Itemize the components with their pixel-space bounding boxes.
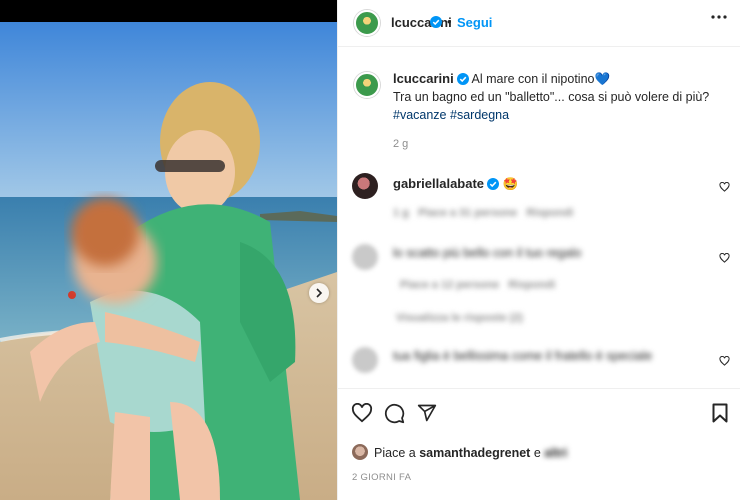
liker-avatar[interactable] bbox=[352, 444, 368, 460]
verified-badge-icon bbox=[430, 16, 442, 28]
comment-item: lo scatto più bello con il tuo regalo bbox=[393, 246, 581, 260]
caption: lcuccarini Al mare con il nipotino💙 Tra … bbox=[393, 70, 723, 124]
comment-item: tua figlia è bellissima come il fratello… bbox=[393, 349, 693, 363]
caption-time: 2 g bbox=[393, 138, 409, 150]
comment-text: tua figlia è bellissima come il fratello… bbox=[393, 349, 653, 363]
caption-avatar[interactable] bbox=[354, 72, 380, 98]
heart-icon[interactable] bbox=[719, 253, 730, 263]
likes-prefix: Piace a bbox=[374, 446, 416, 460]
follow-button[interactable]: Segui bbox=[457, 15, 492, 30]
caption-username[interactable]: lcuccarini bbox=[393, 71, 454, 86]
heart-icon[interactable] bbox=[351, 403, 373, 423]
caption-line1: Al mare con il nipotino💙 bbox=[471, 72, 611, 86]
post-header: lcuccarini • Segui bbox=[338, 0, 740, 47]
post-actions: Piace a samanthadegrenet e altri 2 GIORN… bbox=[338, 388, 740, 500]
top-black-bar bbox=[0, 0, 337, 22]
beach-photo-illustration bbox=[0, 22, 337, 500]
post-side-panel: lcuccarini • Segui lcuccarini Al mare co… bbox=[337, 0, 740, 500]
author-username[interactable]: lcuccarini bbox=[391, 15, 452, 30]
chevron-right-icon bbox=[316, 288, 323, 298]
bookmark-icon[interactable] bbox=[712, 403, 728, 423]
instagram-post-view: lcuccarini • Segui lcuccarini Al mare co… bbox=[0, 0, 740, 500]
comment-meta: Piace a 12 persone Rispondi bbox=[400, 279, 555, 291]
comment-time: 1 g bbox=[393, 207, 409, 219]
view-replies-label: Visualizza le risposte (2) bbox=[396, 312, 523, 324]
comment-text: lo scatto più bello con il tuo regalo bbox=[393, 246, 582, 260]
share-icon[interactable] bbox=[417, 403, 437, 423]
verified-badge-icon bbox=[456, 73, 469, 85]
comment-icon[interactable] bbox=[384, 403, 405, 424]
heart-icon[interactable] bbox=[719, 356, 730, 366]
comment-item: gabriellalabate 🤩 bbox=[393, 176, 518, 192]
hashtag-sardegna[interactable]: #sardegna bbox=[450, 108, 509, 122]
likes-joiner: e bbox=[533, 446, 541, 460]
comment-avatar[interactable] bbox=[352, 347, 378, 373]
comment-likes[interactable]: Piace a 31 persone bbox=[418, 207, 517, 219]
comment-meta: 1 g Piace a 31 persone Rispondi bbox=[393, 207, 573, 219]
comment-likes[interactable]: Piace a 12 persone bbox=[400, 279, 499, 291]
post-photo[interactable] bbox=[0, 22, 337, 500]
more-icon[interactable] bbox=[711, 15, 727, 19]
comment-text: 🤩 bbox=[502, 177, 519, 191]
caption-line2: Tra un bagno ed un "balletto"... cosa si… bbox=[393, 90, 710, 104]
author-avatar[interactable] bbox=[354, 10, 380, 36]
next-photo-button[interactable] bbox=[309, 283, 329, 303]
hashtag-vacanze[interactable]: #vacanze bbox=[393, 108, 447, 122]
heart-icon[interactable] bbox=[719, 182, 730, 192]
reply-button[interactable]: Rispondi bbox=[508, 279, 555, 291]
reply-button[interactable]: Rispondi bbox=[526, 207, 573, 219]
post-date: 2 GIORNI FA bbox=[352, 472, 412, 483]
comment-avatar[interactable] bbox=[352, 244, 378, 270]
likes-user[interactable]: samanthadegrenet bbox=[419, 446, 530, 460]
likes-summary[interactable]: Piace a samanthadegrenet e altri bbox=[374, 446, 567, 460]
comment-avatar[interactable] bbox=[352, 173, 378, 199]
header-separator: • bbox=[447, 14, 452, 29]
view-replies[interactable]: Visualizza le risposte (2) bbox=[396, 312, 523, 324]
comment-username[interactable]: gabriellalabate bbox=[393, 176, 484, 191]
verified-badge-icon bbox=[487, 178, 500, 190]
likes-others[interactable]: altri bbox=[544, 446, 567, 460]
